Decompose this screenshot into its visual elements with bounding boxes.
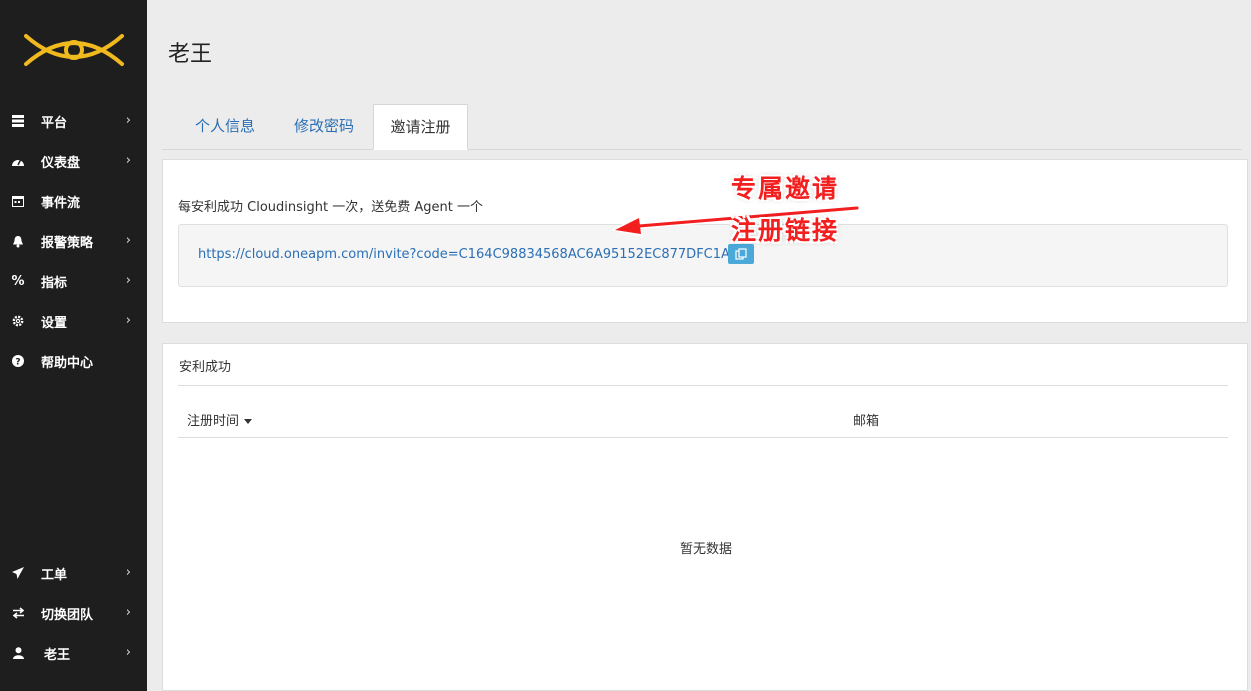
svg-text:?: ?	[15, 358, 20, 368]
server-icon	[11, 114, 25, 128]
paper-plane-icon	[11, 566, 25, 580]
sidebar-item-label: 报警策略	[41, 235, 94, 251]
sidebar-item-label: 平台	[41, 115, 68, 131]
main-content: 老王 个人信息 修改密码 邀请注册 每安利成功 Cloudinsight 一次，…	[147, 0, 1251, 691]
sidebar-item-dashboard[interactable]: 仪表盘 ›	[0, 141, 147, 181]
sidebar-item-metrics[interactable]: % 指标 ›	[0, 261, 147, 301]
sidebar-item-help-center[interactable]: ? 帮助中心	[0, 341, 147, 381]
invite-success-panel: 安利成功 注册时间 邮箱 暂无数据	[162, 343, 1248, 691]
sidebar-item-settings[interactable]: 设置 ›	[0, 301, 147, 341]
tab-bar: 个人信息 修改密码 邀请注册	[162, 104, 1242, 150]
tab-profile[interactable]: 个人信息	[182, 104, 268, 149]
invite-panel: 每安利成功 Cloudinsight 一次，送免费 Agent 一个 https…	[162, 159, 1248, 323]
sidebar-item-label: 帮助中心	[41, 355, 94, 371]
sidebar-item-label: 指标	[41, 275, 68, 291]
eye-logo[interactable]	[0, 0, 147, 100]
chevron-right-icon: ›	[125, 565, 131, 580]
tab-change-password[interactable]: 修改密码	[279, 104, 369, 149]
chevron-right-icon: ›	[125, 605, 131, 620]
page-title: 老王	[168, 42, 213, 67]
chevron-right-icon: ›	[125, 273, 131, 288]
sidebar-item-label: 事件流	[41, 195, 81, 211]
calendar-icon	[11, 194, 25, 208]
chevron-right-icon: ›	[125, 645, 131, 660]
invite-description: 每安利成功 Cloudinsight 一次，送免费 Agent 一个	[178, 200, 483, 215]
sidebar-item-platform[interactable]: 平台 ›	[0, 101, 147, 141]
column-header-label: 注册时间	[187, 414, 240, 429]
chevron-right-icon: ›	[125, 113, 131, 128]
exchange-icon	[11, 606, 25, 620]
sidebar-item-label: 切换团队	[41, 607, 94, 623]
tab-invite-register[interactable]: 邀请注册	[373, 104, 468, 150]
bell-icon	[11, 234, 25, 248]
chevron-right-icon: ›	[125, 313, 131, 328]
chevron-right-icon: ›	[125, 153, 131, 168]
user-icon	[11, 646, 25, 660]
sort-caret-icon[interactable]	[244, 419, 253, 424]
annotation-text: 专属邀请 注册链接	[731, 168, 839, 252]
sidebar-item-switch-team[interactable]: 切换团队 ›	[0, 593, 147, 633]
question-icon: ?	[11, 354, 25, 368]
sidebar-item-label: 设置	[41, 315, 68, 331]
chevron-right-icon: ›	[125, 233, 131, 248]
gear-icon	[11, 314, 25, 328]
logo-icon	[23, 34, 124, 66]
percent-icon: %	[11, 273, 25, 289]
annotation-line: 注册链接	[731, 216, 840, 245]
sidebar-item-user[interactable]: 老王 ›	[0, 633, 147, 673]
sidebar-item-event-stream[interactable]: 事件流	[0, 181, 147, 221]
table-header-divider	[178, 437, 1228, 438]
sidebar: 平台 › 仪表盘 › 事件流 报警策略 › % 指标 › 设置 › ? 帮助中心…	[0, 0, 147, 691]
column-header-register-time[interactable]: 注册时间	[187, 410, 253, 429]
invite-link[interactable]: https://cloud.oneapm.com/invite?code=C16…	[198, 247, 730, 262]
sidebar-item-label: 工单	[41, 567, 68, 583]
annotation-line: 专属邀请	[731, 174, 840, 203]
section-title: 安利成功	[179, 360, 232, 375]
empty-state-text: 暂无数据	[679, 542, 732, 557]
sidebar-item-label: 老王	[44, 647, 71, 663]
sidebar-item-alert-policy[interactable]: 报警策略 ›	[0, 221, 147, 261]
sidebar-item-ticket[interactable]: 工单 ›	[0, 553, 147, 593]
dashboard-icon	[11, 154, 25, 168]
divider	[178, 385, 1228, 386]
sidebar-item-label: 仪表盘	[41, 155, 81, 171]
column-header-email: 邮箱	[853, 414, 880, 429]
